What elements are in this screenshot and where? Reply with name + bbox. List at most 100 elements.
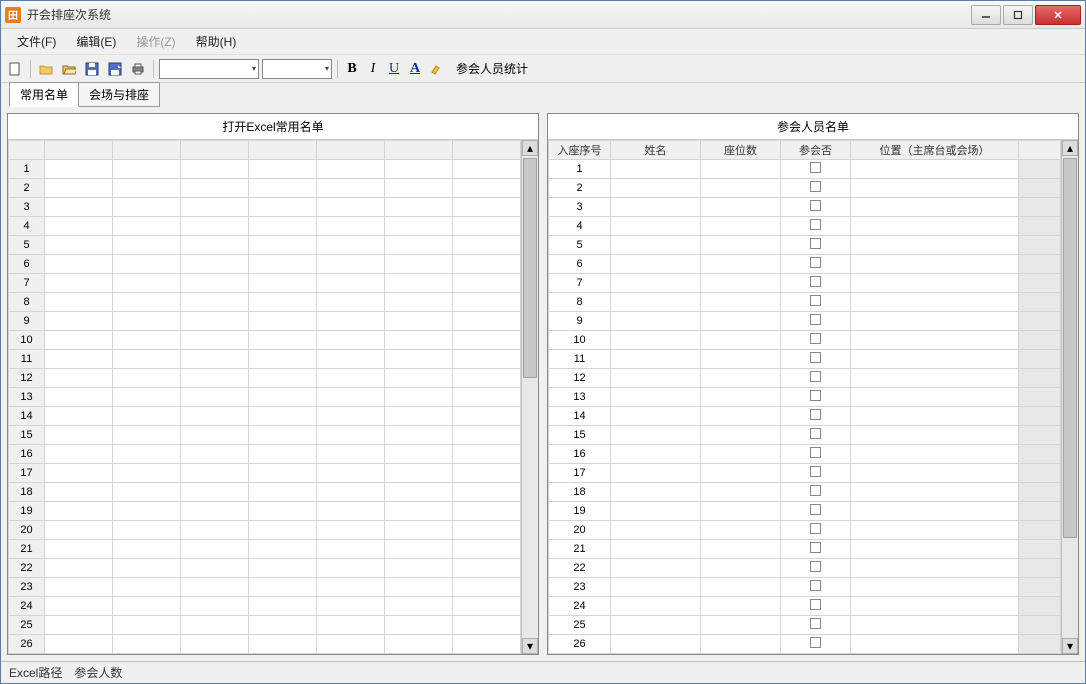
- table-row[interactable]: 10: [9, 331, 521, 350]
- stats-link[interactable]: 参会人员统计: [456, 60, 528, 77]
- font-size-combo[interactable]: ▾: [262, 59, 332, 79]
- col-pos[interactable]: 位置（主席台或会场）: [851, 141, 1019, 160]
- right-scrollbar[interactable]: ▴ ▾: [1061, 140, 1078, 654]
- highlight-icon[interactable]: [427, 59, 447, 79]
- table-row[interactable]: 17: [9, 464, 521, 483]
- tab-common-list[interactable]: 常用名单: [9, 82, 79, 107]
- table-row[interactable]: 18: [9, 483, 521, 502]
- minimize-button[interactable]: [971, 5, 1001, 25]
- menu-help[interactable]: 帮助(H): [188, 30, 245, 53]
- table-row[interactable]: 23: [9, 578, 521, 597]
- attend-checkbox[interactable]: [810, 162, 821, 173]
- attend-checkbox[interactable]: [810, 181, 821, 192]
- saveas-icon[interactable]: [105, 59, 125, 79]
- table-row[interactable]: 5: [9, 236, 521, 255]
- table-row[interactable]: 3: [9, 198, 521, 217]
- font-family-combo[interactable]: ▾: [159, 59, 259, 79]
- attend-checkbox[interactable]: [810, 466, 821, 477]
- table-row[interactable]: 1: [549, 160, 1061, 179]
- attend-checkbox[interactable]: [810, 314, 821, 325]
- table-row[interactable]: 9: [549, 312, 1061, 331]
- attend-checkbox[interactable]: [810, 295, 821, 306]
- attend-checkbox[interactable]: [810, 371, 821, 382]
- table-row[interactable]: 2: [9, 179, 521, 198]
- table-row[interactable]: 16: [549, 445, 1061, 464]
- table-row[interactable]: 8: [9, 293, 521, 312]
- attend-checkbox[interactable]: [810, 504, 821, 515]
- table-row[interactable]: 17: [549, 464, 1061, 483]
- attend-checkbox[interactable]: [810, 523, 821, 534]
- underline-button[interactable]: U: [385, 61, 403, 77]
- col-attend[interactable]: 参会否: [781, 141, 851, 160]
- bold-button[interactable]: B: [343, 61, 361, 77]
- table-row[interactable]: 7: [9, 274, 521, 293]
- table-row[interactable]: 6: [9, 255, 521, 274]
- attend-checkbox[interactable]: [810, 428, 821, 439]
- table-row[interactable]: 21: [549, 540, 1061, 559]
- table-row[interactable]: 24: [9, 597, 521, 616]
- table-row[interactable]: 21: [9, 540, 521, 559]
- attend-checkbox[interactable]: [810, 200, 821, 211]
- new-icon[interactable]: [5, 59, 25, 79]
- table-row[interactable]: 5: [549, 236, 1061, 255]
- table-row[interactable]: 26: [549, 635, 1061, 654]
- open-icon[interactable]: [59, 59, 79, 79]
- attend-checkbox[interactable]: [810, 637, 821, 648]
- table-row[interactable]: 12: [9, 369, 521, 388]
- tab-venue-seating[interactable]: 会场与排座: [78, 82, 160, 107]
- attend-checkbox[interactable]: [810, 580, 821, 591]
- table-row[interactable]: 8: [549, 293, 1061, 312]
- maximize-button[interactable]: [1003, 5, 1033, 25]
- close-button[interactable]: [1035, 5, 1081, 25]
- table-row[interactable]: 14: [549, 407, 1061, 426]
- italic-button[interactable]: I: [364, 61, 382, 77]
- table-row[interactable]: 20: [9, 521, 521, 540]
- folder-icon[interactable]: [36, 59, 56, 79]
- table-row[interactable]: 13: [9, 388, 521, 407]
- attend-checkbox[interactable]: [810, 542, 821, 553]
- table-row[interactable]: 16: [9, 445, 521, 464]
- attend-checkbox[interactable]: [810, 352, 821, 363]
- menu-file[interactable]: 文件(F): [9, 30, 64, 53]
- table-row[interactable]: 4: [9, 217, 521, 236]
- table-row[interactable]: 26: [9, 635, 521, 654]
- table-row[interactable]: 1: [9, 160, 521, 179]
- table-row[interactable]: 22: [549, 559, 1061, 578]
- table-row[interactable]: 23: [549, 578, 1061, 597]
- left-scrollbar[interactable]: ▴ ▾: [521, 140, 538, 654]
- table-row[interactable]: 20: [549, 521, 1061, 540]
- attend-checkbox[interactable]: [810, 333, 821, 344]
- table-row[interactable]: 15: [9, 426, 521, 445]
- table-row[interactable]: 12: [549, 369, 1061, 388]
- attend-checkbox[interactable]: [810, 409, 821, 420]
- attend-checkbox[interactable]: [810, 238, 821, 249]
- left-grid[interactable]: 1234567891011121314151617181920212223242…: [8, 140, 521, 654]
- col-name[interactable]: 姓名: [611, 141, 701, 160]
- table-row[interactable]: 10: [549, 331, 1061, 350]
- table-row[interactable]: 25: [9, 616, 521, 635]
- table-row[interactable]: 9: [9, 312, 521, 331]
- table-row[interactable]: 11: [9, 350, 521, 369]
- attend-checkbox[interactable]: [810, 561, 821, 572]
- attend-checkbox[interactable]: [810, 599, 821, 610]
- table-row[interactable]: 13: [549, 388, 1061, 407]
- menu-edit[interactable]: 编辑(E): [68, 30, 124, 53]
- table-row[interactable]: 18: [549, 483, 1061, 502]
- attend-checkbox[interactable]: [810, 390, 821, 401]
- table-row[interactable]: 3: [549, 198, 1061, 217]
- table-row[interactable]: 24: [549, 597, 1061, 616]
- attend-checkbox[interactable]: [810, 485, 821, 496]
- menu-operate[interactable]: 操作(Z): [128, 30, 183, 53]
- table-row[interactable]: 2: [549, 179, 1061, 198]
- attend-checkbox[interactable]: [810, 618, 821, 629]
- table-row[interactable]: 6: [549, 255, 1061, 274]
- print-icon[interactable]: [128, 59, 148, 79]
- table-row[interactable]: 19: [549, 502, 1061, 521]
- table-row[interactable]: 7: [549, 274, 1061, 293]
- table-row[interactable]: 19: [9, 502, 521, 521]
- font-color-button[interactable]: A: [406, 61, 424, 77]
- save-icon[interactable]: [82, 59, 102, 79]
- table-row[interactable]: 11: [549, 350, 1061, 369]
- col-seq[interactable]: 入座序号: [549, 141, 611, 160]
- table-row[interactable]: 15: [549, 426, 1061, 445]
